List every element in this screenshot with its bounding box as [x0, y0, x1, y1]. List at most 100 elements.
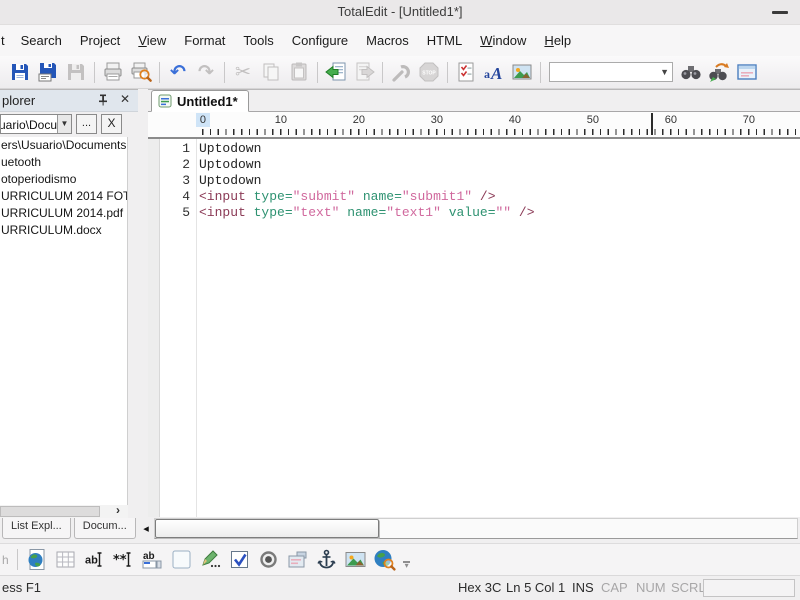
file-list-item[interactable]: uetooth	[0, 154, 127, 171]
code-line-2[interactable]: 2Uptodown	[148, 157, 800, 173]
file-list-item[interactable]: URRICULUM.docx	[0, 222, 127, 239]
find-button[interactable]	[677, 59, 705, 86]
anchor-icon	[315, 548, 338, 571]
menu-item-window[interactable]: Window	[471, 29, 535, 52]
import-page-button[interactable]	[322, 59, 350, 86]
code-editor[interactable]: 1Uptodown2Uptodown3Uptodown4<input type=…	[148, 139, 800, 517]
sidebar-hscrollbar[interactable]: ›	[0, 505, 128, 518]
edit-pencil-button[interactable]	[196, 546, 225, 573]
insert-image-button[interactable]	[508, 59, 536, 86]
svg-text:ab: ab	[85, 555, 98, 567]
menu-item-search[interactable]: Search	[12, 29, 71, 52]
wrench-icon	[390, 61, 412, 83]
chevron-down-icon[interactable]: ▼	[57, 115, 71, 133]
save-as-button[interactable]	[34, 59, 62, 86]
export-page-button[interactable]	[350, 59, 378, 86]
search-combobox[interactable]: ▼	[549, 62, 673, 82]
menu-item-html[interactable]: HTML	[418, 29, 471, 52]
sidebar-tab-0[interactable]: List Expl...	[2, 518, 71, 539]
redo-button[interactable]: ↷	[192, 59, 220, 86]
form-panel-button[interactable]	[283, 546, 312, 573]
clear-path-button[interactable]: X	[101, 114, 122, 134]
cut-icon: ✂	[235, 63, 251, 82]
close-icon[interactable]: ✕	[120, 92, 130, 106]
browse-button[interactable]: ...	[76, 114, 97, 134]
checkbox-icon	[228, 548, 251, 571]
menu-item-macros[interactable]: Macros	[357, 29, 418, 52]
anchor-button[interactable]	[312, 546, 341, 573]
font-button[interactable]: aA	[480, 59, 508, 86]
html-page-button[interactable]	[22, 546, 51, 573]
copy-button[interactable]	[257, 59, 285, 86]
menu-item-help[interactable]: Help	[535, 29, 580, 52]
scroll-left-icon[interactable]: ◂	[140, 519, 152, 538]
splitter-handle[interactable]	[138, 89, 148, 543]
status-cursor-position: Ln 5 Col 1	[506, 580, 565, 595]
file-list-item[interactable]: URRICULUM 2014.pdf	[0, 205, 127, 222]
ruler-mark-40: 40	[509, 114, 521, 126]
spell-check-button[interactable]	[452, 59, 480, 86]
scroll-right-icon[interactable]: ›	[116, 503, 120, 517]
radio-button-icon	[257, 548, 280, 571]
line-number: 4	[148, 189, 190, 205]
editor-area: Untitled1* 010203040506070 1Uptodown2Upt…	[148, 89, 800, 543]
line-number: 2	[148, 157, 190, 173]
toolbar-separator	[17, 549, 18, 570]
show-panel-button[interactable]	[733, 59, 761, 86]
title-bar[interactable]: TotalEdit - [Untitled1*]	[0, 0, 800, 25]
print-icon	[102, 61, 124, 83]
path-combobox[interactable]: uario\Docu ▼	[0, 114, 72, 134]
save-button[interactable]	[6, 59, 34, 86]
editor-hscroll-track[interactable]	[154, 518, 798, 539]
save-all-button[interactable]	[62, 59, 90, 86]
table-icon	[54, 548, 77, 571]
path-row: uario\Docu ▼ ... X	[0, 112, 138, 137]
redo-icon: ↷	[198, 63, 214, 82]
sidebar-tab-1[interactable]: Docum...	[74, 518, 136, 539]
radio-button-button[interactable]	[254, 546, 283, 573]
file-list-item[interactable]: URRICULUM 2014 FOTOS	[0, 188, 127, 205]
cut-button[interactable]: ✂	[229, 59, 257, 86]
pin-icon[interactable]	[96, 93, 110, 107]
code-line-1[interactable]: 1Uptodown	[148, 141, 800, 157]
paste-button[interactable]	[285, 59, 313, 86]
chevron-down-icon[interactable]: ▼	[660, 67, 669, 77]
textarea-button[interactable]	[167, 546, 196, 573]
undo-button[interactable]: ↶	[164, 59, 192, 86]
print-preview-button[interactable]	[127, 59, 155, 86]
code-line-5[interactable]: 5<input type="text" name="text1" value="…	[148, 205, 800, 221]
browser-preview-button[interactable]	[370, 546, 399, 573]
menu-item-view[interactable]: View	[129, 29, 175, 52]
checkbox-button[interactable]	[225, 546, 254, 573]
print-button[interactable]	[99, 59, 127, 86]
menu-item-tools[interactable]: Tools	[234, 29, 282, 52]
text-field-button[interactable]: ab	[80, 546, 109, 573]
status-help-text: ess F1	[2, 580, 41, 595]
editor-hscroll-thumb[interactable]	[155, 519, 379, 538]
file-list-item[interactable]: otoperiodismo	[0, 171, 127, 188]
document-tabbar: Untitled1*	[148, 89, 800, 112]
menu-item-project[interactable]: Project	[71, 29, 129, 52]
table-button[interactable]	[51, 546, 80, 573]
image-button[interactable]	[341, 546, 370, 573]
toolbar-overflow-button[interactable]: ▾	[401, 561, 413, 569]
tools-button[interactable]	[387, 59, 415, 86]
main-area: plorer ✕ uario\Docu ▼ ... X ers\Usuario\…	[0, 89, 800, 543]
menu-item-t[interactable]: t	[0, 29, 12, 52]
minimize-icon[interactable]	[772, 11, 788, 14]
code-line-3[interactable]: 3Uptodown	[148, 173, 800, 189]
code-line-4[interactable]: 4<input type="submit" name="submit1" />	[148, 189, 800, 205]
password-field-icon: **	[112, 548, 135, 571]
find-in-files-button[interactable]	[705, 59, 733, 86]
sidebar-hscroll-thumb[interactable]	[0, 506, 100, 517]
ruler-mark-30: 30	[431, 114, 443, 126]
stop-button[interactable]: STOP	[415, 59, 443, 86]
editor-hscrollbar[interactable]: ◂	[138, 517, 800, 541]
menu-item-configure[interactable]: Configure	[283, 29, 357, 52]
file-list-item[interactable]: ers\Usuario\Documents	[0, 137, 127, 154]
dropdown-list-button[interactable]: ab	[138, 546, 167, 573]
tab-untitled1[interactable]: Untitled1*	[151, 90, 249, 112]
ruler-mark-50: 50	[587, 114, 599, 126]
menu-item-format[interactable]: Format	[175, 29, 234, 52]
password-field-button[interactable]: **	[109, 546, 138, 573]
